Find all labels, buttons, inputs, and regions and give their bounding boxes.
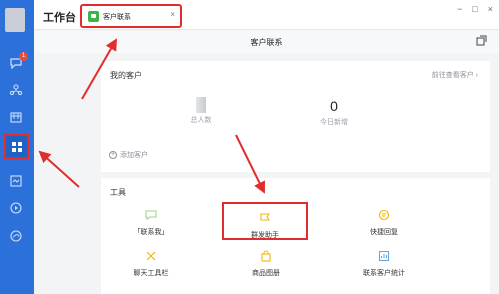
tool-chat-toolbar[interactable]: 聊天工具栏	[111, 250, 191, 278]
new-today-stat: 0 今日新增	[304, 97, 364, 127]
tool-label: 快捷回复	[370, 229, 398, 236]
contacts-icon[interactable]	[8, 82, 24, 98]
arrow-to-workbench	[38, 150, 80, 188]
tool-label: 群发助手	[251, 232, 279, 239]
docs-icon[interactable]	[8, 173, 24, 189]
sidebar: 1	[0, 0, 34, 294]
avatar[interactable]	[5, 8, 25, 32]
window-controls: − □ ×	[457, 4, 493, 14]
my-customers-card: 我的客户 前往查看客户 › 总人数 0 今日新增 + 添加客户	[101, 61, 490, 172]
tab-close-button[interactable]: ×	[170, 10, 175, 19]
top-bar: 工作台 客户联系 × − □ ×	[34, 0, 499, 30]
statistics-icon	[378, 250, 390, 262]
tool-label: 「联系我」	[133, 229, 169, 236]
cloud-icon[interactable]	[8, 228, 24, 244]
close-button[interactable]: ×	[488, 4, 493, 14]
toolbar-icon	[146, 251, 156, 261]
tool-product-catalog[interactable]: 商品图册	[226, 250, 306, 278]
tab-customer-contact[interactable]: 客户联系 ×	[80, 4, 182, 28]
tools-title: 工具	[110, 188, 126, 197]
tool-contact-statistics[interactable]: 联系客户统计	[344, 250, 424, 278]
calendar-icon[interactable]	[8, 109, 24, 125]
tab-label: 客户联系	[103, 14, 131, 21]
tool-contact-me[interactable]: 「联系我」	[111, 209, 191, 237]
tool-quick-reply[interactable]: 快捷回复	[344, 209, 424, 237]
quick-reply-icon	[378, 209, 390, 221]
new-today-label: 今日新增	[320, 119, 348, 126]
total-count-redacted	[196, 97, 206, 113]
my-customers-title: 我的客户	[110, 71, 142, 80]
plus-circle-icon: +	[109, 151, 117, 159]
view-customers-link[interactable]: 前往查看客户 ›	[432, 70, 478, 80]
shopping-bag-icon	[261, 250, 271, 262]
tool-label: 商品图册	[252, 270, 280, 277]
total-customers-stat: 总人数	[171, 97, 231, 125]
page-title: 客户联系	[250, 38, 283, 47]
add-customer-button[interactable]: + 添加客户	[109, 150, 148, 160]
workbench-icon[interactable]	[4, 134, 29, 159]
total-label: 总人数	[190, 117, 212, 124]
message-icon[interactable]: 1	[8, 52, 28, 71]
video-icon[interactable]	[8, 200, 24, 216]
unread-badge: 1	[19, 52, 28, 61]
flag-icon	[260, 213, 271, 221]
tool-label: 聊天工具栏	[133, 270, 169, 277]
workbench-title: 工作台	[43, 12, 76, 24]
minimize-button[interactable]: −	[457, 4, 462, 14]
chat-bubble-icon	[145, 210, 157, 221]
tools-card: 工具 「联系我」 群发助手 快捷回复 聊天工具栏 商品图册 联系客户统计	[101, 178, 490, 294]
open-in-window-icon[interactable]	[476, 35, 487, 46]
page-header: 客户联系	[34, 31, 499, 53]
new-today-count: 0	[330, 98, 338, 114]
maximize-button[interactable]: □	[472, 4, 477, 14]
tool-mass-messaging[interactable]: 群发助手	[222, 202, 308, 240]
add-customer-label: 添加客户	[120, 152, 148, 159]
tool-label: 联系客户统计	[363, 270, 405, 277]
customer-contact-icon	[88, 11, 99, 22]
